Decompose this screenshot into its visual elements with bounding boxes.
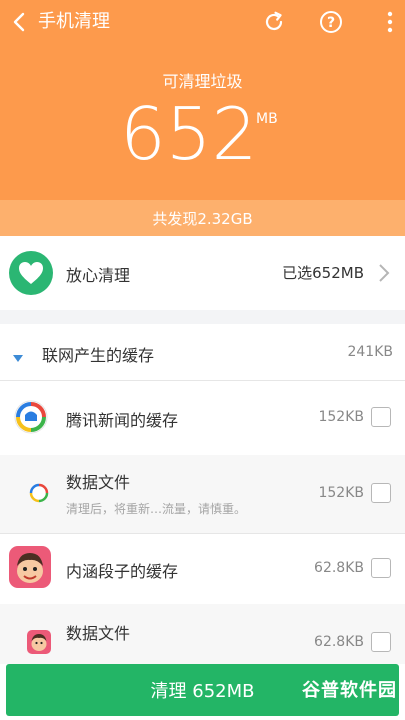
safe-clean-row[interactable]: 放心清理 已选652MB	[0, 236, 405, 310]
selected-size: 已选652MB	[282, 264, 364, 282]
back-icon[interactable]	[8, 10, 32, 34]
item-checkbox[interactable]	[371, 632, 391, 652]
bottom-bar: 清理 652MB 谷普软件园	[0, 664, 405, 720]
clean-button-label: 清理 652MB	[150, 681, 255, 702]
found-text: 共发现2.32GB	[152, 209, 253, 228]
item-size: 62.8KB	[314, 560, 364, 576]
item-size: 152KB	[318, 409, 364, 425]
refresh-icon[interactable]	[262, 10, 286, 34]
item-label: 腾讯新闻的缓存	[66, 411, 179, 430]
page-title: 手机清理	[38, 11, 110, 32]
list-item-data-file[interactable]: 数据文件 62.8KB	[0, 604, 405, 664]
item-label: 数据文件	[66, 624, 131, 643]
heart-icon	[9, 251, 53, 295]
group-header[interactable]: 联网产生的缓存 241KB	[0, 324, 405, 380]
safe-clean-label: 放心清理	[66, 266, 131, 285]
item-description: 清理后，将重新…流量，请慎重。	[66, 502, 247, 516]
svg-text:?: ?	[327, 15, 335, 31]
watermark-logo: 谷普软件园	[302, 680, 397, 701]
group-size: 241KB	[347, 344, 393, 360]
group-label: 联网产生的缓存	[42, 346, 155, 365]
top-bar: 手机清理 ?	[0, 0, 405, 44]
caret-down-icon	[13, 348, 23, 362]
junk-amount: 652	[120, 92, 258, 176]
item-checkbox[interactable]	[371, 407, 391, 427]
junk-unit: MB	[256, 111, 278, 127]
list-item-data-file[interactable]: 数据文件 清理后，将重新…流量，请慎重。 152KB	[0, 455, 405, 533]
neihan-app-icon	[9, 546, 51, 588]
item-checkbox[interactable]	[371, 558, 391, 578]
list-item-tencent-news[interactable]: 腾讯新闻的缓存 152KB	[0, 381, 405, 455]
item-label: 内涵段子的缓存	[66, 562, 179, 581]
tencent-news-app-icon	[13, 399, 49, 435]
more-icon[interactable]	[378, 10, 402, 34]
item-size: 62.8KB	[314, 634, 364, 650]
junk-subtitle: 可清理垃圾	[162, 72, 243, 91]
neihan-small-icon	[27, 630, 51, 654]
tencent-news-small-icon	[29, 483, 49, 503]
found-summary: 共发现2.32GB	[0, 200, 405, 236]
list-item-neihan[interactable]: 内涵段子的缓存 62.8KB	[0, 534, 405, 604]
item-label: 数据文件	[66, 473, 131, 492]
help-icon[interactable]: ?	[319, 10, 343, 34]
item-size: 152KB	[318, 485, 364, 501]
chevron-right-icon	[377, 263, 391, 283]
item-checkbox[interactable]	[371, 483, 391, 503]
